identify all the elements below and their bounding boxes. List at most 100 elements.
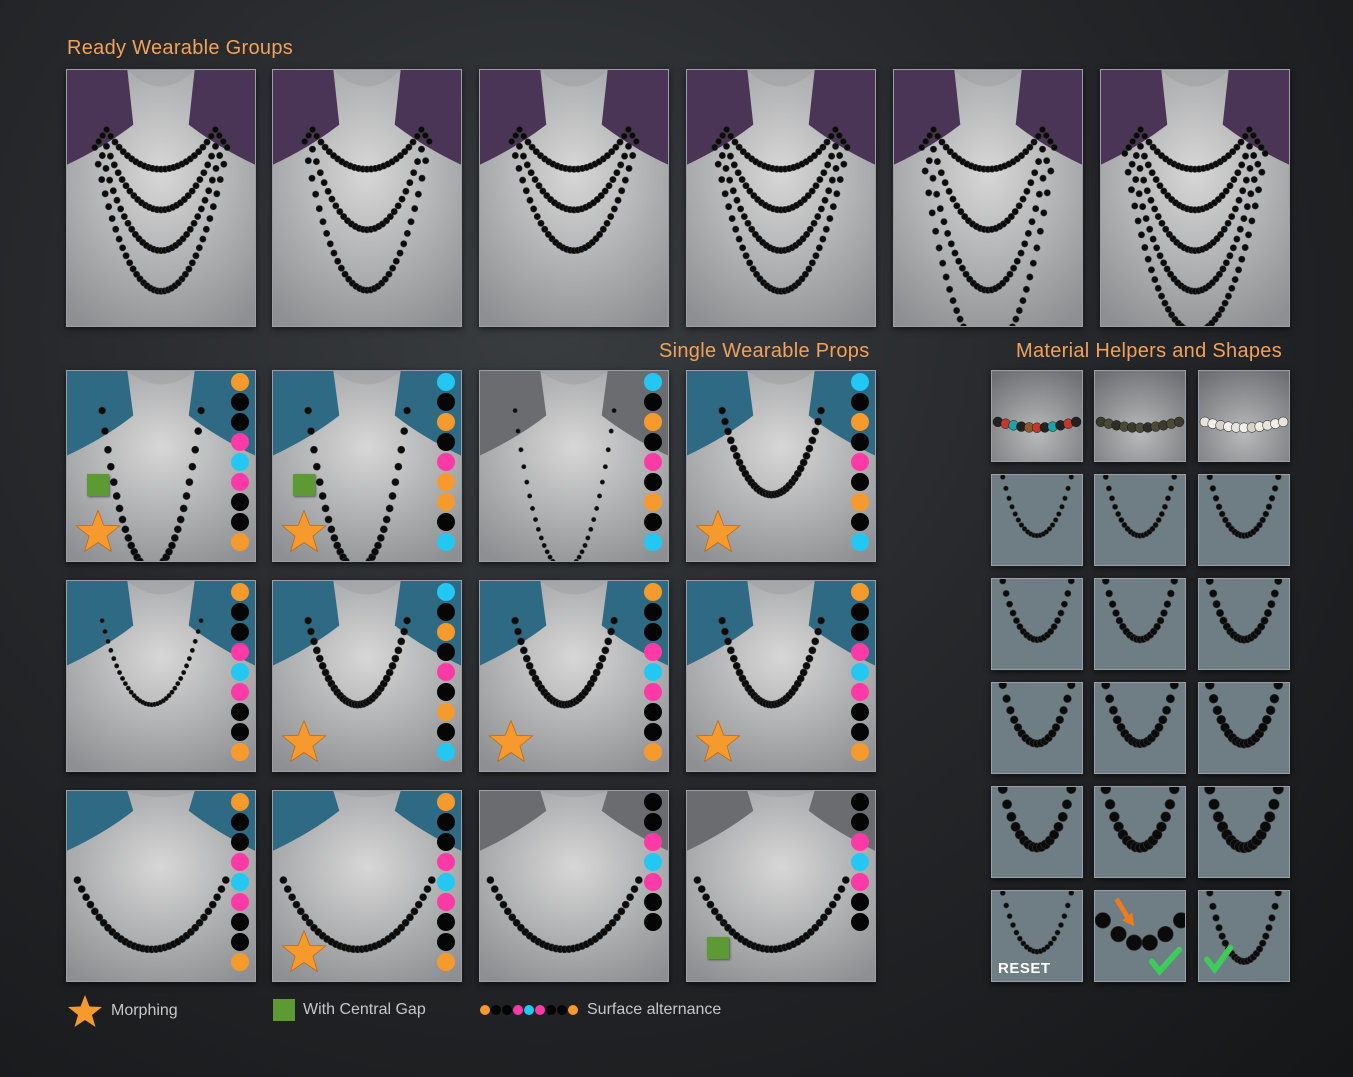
single-prop-tile[interactable] (66, 370, 256, 562)
surface-dot (437, 663, 455, 681)
surface-dot (437, 833, 455, 851)
surface-dot (231, 583, 249, 601)
surface-dot (437, 743, 455, 761)
alternance-dot (491, 1005, 501, 1015)
shape-tile-image (1199, 787, 1289, 877)
shape-tile[interactable] (1198, 578, 1290, 670)
central-gap-icon (707, 937, 729, 959)
surface-dot (437, 853, 455, 871)
single-prop-tile[interactable] (686, 580, 876, 772)
surface-dot (437, 413, 455, 431)
surface-dots (231, 583, 249, 761)
shape-tile[interactable] (1094, 682, 1186, 774)
alternance-dots-icon (480, 1005, 579, 1015)
shape-tile[interactable] (991, 786, 1083, 878)
ready-group-tile[interactable] (1100, 69, 1290, 327)
surface-dot (231, 953, 249, 971)
surface-dot (437, 603, 455, 621)
material-swatch-tile[interactable] (991, 370, 1083, 462)
surface-dot (437, 953, 455, 971)
material-swatch-tile[interactable] (1094, 370, 1186, 462)
morphing-star-icon (281, 509, 327, 553)
single-prop-tile[interactable] (686, 790, 876, 982)
surface-dot (437, 683, 455, 701)
surface-dot (644, 643, 662, 661)
surface-dots (644, 373, 662, 551)
central-gap-icon (87, 474, 109, 496)
surface-dots (231, 373, 249, 551)
surface-dot (851, 583, 869, 601)
surface-dot (437, 623, 455, 641)
shape-tile[interactable] (1198, 682, 1290, 774)
surface-dots (644, 583, 662, 761)
single-prop-tile-image (67, 791, 255, 981)
shape-tile[interactable] (1198, 786, 1290, 878)
helper-tile[interactable] (1094, 890, 1186, 982)
ready-group-tile-image (687, 70, 875, 326)
surface-dot (231, 433, 249, 451)
surface-dot (437, 643, 455, 661)
shape-tile-image (1199, 579, 1289, 669)
ready-group-tile[interactable] (479, 69, 669, 327)
surface-dot (851, 833, 869, 851)
surface-dot (851, 703, 869, 721)
surface-dot (437, 493, 455, 511)
shape-tile[interactable] (991, 578, 1083, 670)
single-prop-tile[interactable] (272, 370, 462, 562)
surface-dot (644, 833, 662, 851)
shape-tile[interactable] (1198, 474, 1290, 566)
reset-tile[interactable]: RESET (991, 890, 1083, 982)
surface-dot (644, 703, 662, 721)
surface-dot (231, 833, 249, 851)
surface-dot (644, 813, 662, 831)
alternance-dot (480, 1005, 490, 1015)
alternance-dot (568, 1005, 578, 1015)
surface-dot (851, 793, 869, 811)
morphing-star-icon (695, 719, 741, 763)
ready-group-tile-image (67, 70, 255, 326)
surface-dots (437, 793, 455, 971)
single-prop-tile[interactable] (686, 370, 876, 562)
alternance-dot (513, 1005, 523, 1015)
single-prop-tile[interactable] (479, 790, 669, 982)
single-prop-tile[interactable] (272, 580, 462, 772)
material-swatch-tile[interactable] (1198, 370, 1290, 462)
shape-tile[interactable] (1094, 786, 1186, 878)
shape-tile[interactable] (1094, 578, 1186, 670)
helper-tile[interactable] (1198, 890, 1290, 982)
surface-dot (437, 893, 455, 911)
title-material-helpers: Material Helpers and Shapes (1016, 340, 1283, 362)
surface-dot (851, 913, 869, 931)
shape-tile[interactable] (1094, 474, 1186, 566)
single-prop-tile[interactable] (479, 370, 669, 562)
shape-tile-image (992, 475, 1082, 565)
surface-dot (437, 933, 455, 951)
surface-dot (231, 533, 249, 551)
central-gap-icon (293, 474, 315, 496)
single-prop-tile[interactable] (479, 580, 669, 772)
surface-dot (231, 493, 249, 511)
green-square-icon (273, 999, 295, 1021)
surface-dot (644, 533, 662, 551)
shape-tile[interactable] (991, 682, 1083, 774)
surface-dot (644, 453, 662, 471)
single-prop-tile[interactable] (66, 580, 256, 772)
ready-group-tile[interactable] (893, 69, 1083, 327)
legend-morphing: Morphing (67, 994, 178, 1028)
surface-dot (437, 873, 455, 891)
shape-tile[interactable] (991, 474, 1083, 566)
ready-group-tile-image (894, 70, 1082, 326)
shape-tile-image (1095, 579, 1185, 669)
ready-group-tile[interactable] (66, 69, 256, 327)
surface-dot (231, 723, 249, 741)
surface-dot (437, 513, 455, 531)
ready-group-tile[interactable] (272, 69, 462, 327)
surface-dot (231, 393, 249, 411)
surface-dot (231, 933, 249, 951)
single-prop-tile[interactable] (66, 790, 256, 982)
ready-group-tile[interactable] (686, 69, 876, 327)
single-prop-tile[interactable] (272, 790, 462, 982)
surface-dot (644, 793, 662, 811)
surface-dot (851, 433, 869, 451)
shape-tile-image (1095, 475, 1185, 565)
